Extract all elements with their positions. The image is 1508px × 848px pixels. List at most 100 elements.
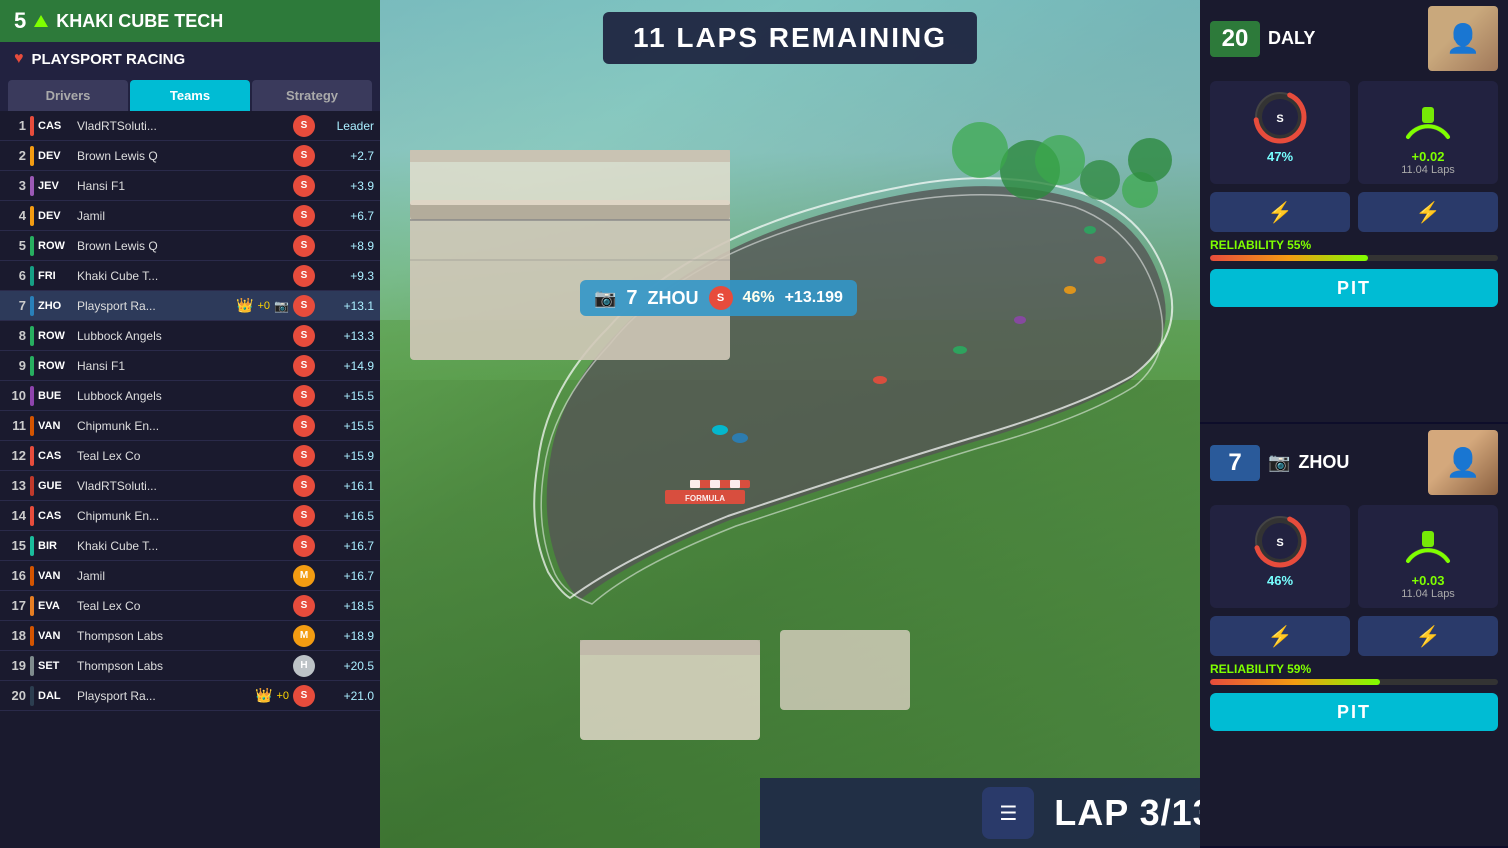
zhou-speed-button[interactable]: ⚡ [1210, 616, 1350, 656]
row-position: 12 [6, 448, 26, 463]
standing-row-1[interactable]: 1 CAS VladRTSoluti... S Leader [0, 111, 380, 141]
row-gap: +13.3 [319, 329, 374, 343]
right-panel: 20 DALY 👤 S 47% [1200, 0, 1508, 848]
svg-text:S: S [1276, 537, 1283, 549]
reliability-text: RELIABILITY [1210, 238, 1287, 252]
row-team-code: DAL [38, 690, 73, 702]
tab-drivers[interactable]: Drivers [8, 80, 128, 111]
team-color-bar [30, 116, 34, 136]
row-tyre-badge: S [293, 385, 315, 407]
zhou-reliability-label: RELIABILITY 59% [1210, 662, 1498, 676]
row-team-code: VAN [38, 420, 73, 432]
daly-speed-button[interactable]: ⚡ [1210, 192, 1350, 232]
bottom-bar: ☰ LAP 3/13 ⛑ 📹 [760, 778, 1200, 848]
row-driver-name: Khaki Cube T... [77, 269, 289, 283]
zhou-name: ZHOU [1298, 452, 1420, 473]
row-position: 19 [6, 658, 26, 673]
team-color-bar [30, 296, 34, 316]
row-tyre-badge: S [293, 115, 315, 137]
row-driver-name: Teal Lex Co [77, 599, 289, 613]
row-driver-name: VladRTSoluti... [77, 119, 289, 133]
left-panel: 5 KHAKI CUBE TECH ♥ PLAYSPORT RACING Dri… [0, 0, 380, 848]
standing-row-16[interactable]: 16 VAN Jamil M +16.7 [0, 561, 380, 591]
row-tyre-badge: S [293, 325, 315, 347]
standing-row-2[interactable]: 2 DEV Brown Lewis Q S +2.7 [0, 141, 380, 171]
tab-teams[interactable]: Teams [130, 80, 250, 111]
standing-row-11[interactable]: 11 VAN Chipmunk En... S +15.5 [0, 411, 380, 441]
team-color-bar [30, 626, 34, 646]
row-driver-name: Teal Lex Co [77, 449, 289, 463]
driver-card-daly: 20 DALY 👤 S 47% [1200, 0, 1508, 424]
row-gap: +16.5 [319, 509, 374, 523]
row-team-code: BUE [38, 390, 73, 402]
trend-up-icon [34, 15, 48, 27]
zhou-fuel-arc [1400, 513, 1456, 569]
row-gap: +16.7 [319, 569, 374, 583]
hud-driver-name: ZHOU [648, 288, 699, 309]
standings-list: 1 CAS VladRTSoluti... S Leader 2 DEV Bro… [0, 111, 380, 848]
row-driver-name: Hansi F1 [77, 359, 289, 373]
daly-boost-button[interactable]: ⚡ [1358, 192, 1498, 232]
row-tyre-badge: S [293, 415, 315, 437]
row-gap: +21.0 [319, 689, 374, 703]
standing-row-6[interactable]: 6 FRI Khaki Cube T... S +9.3 [0, 261, 380, 291]
team-color-bar [30, 476, 34, 496]
zhou-camera-icon: 📷 [1268, 452, 1290, 473]
row-gap: +6.7 [319, 209, 374, 223]
row-team-code: DEV [38, 150, 73, 162]
row-tyre-badge: S [293, 475, 315, 497]
row-tyre-badge: S [293, 595, 315, 617]
standing-row-13[interactable]: 13 GUE VladRTSoluti... S +16.1 [0, 471, 380, 501]
row-driver-name: Jamil [77, 569, 289, 583]
zhou-tyre-pct: 46% [1267, 573, 1293, 588]
row-position: 4 [6, 208, 26, 223]
zhou-reliability-fill [1210, 679, 1380, 685]
row-position: 2 [6, 148, 26, 163]
row-position: 20 [6, 688, 26, 703]
row-gap: +15.5 [319, 419, 374, 433]
standing-row-5[interactable]: 5 ROW Brown Lewis Q S +8.9 [0, 231, 380, 261]
row-gap: +16.1 [319, 479, 374, 493]
daly-reliability: RELIABILITY 55% [1200, 236, 1508, 265]
row-position: 13 [6, 478, 26, 493]
row-driver-name: Playsport Ra... [77, 689, 251, 703]
zhou-pit-button[interactable]: PIT [1210, 693, 1498, 731]
standing-row-7[interactable]: 7 ZHO Playsport Ra... 👑 +0 📷 S +13.1 [0, 291, 380, 321]
row-tyre-badge: S [293, 205, 315, 227]
standing-row-18[interactable]: 18 VAN Thompson Labs M +18.9 [0, 621, 380, 651]
daly-pit-button[interactable]: PIT [1210, 269, 1498, 307]
standing-row-12[interactable]: 12 CAS Teal Lex Co S +15.9 [0, 441, 380, 471]
standing-row-15[interactable]: 15 BIR Khaki Cube T... S +16.7 [0, 531, 380, 561]
standing-row-20[interactable]: 20 DAL Playsport Ra... 👑 +0 S +21.0 [0, 681, 380, 711]
standing-row-3[interactable]: 3 JEV Hansi F1 S +3.9 [0, 171, 380, 201]
zhou-stats: S 46% +0.03 11.04 Laps [1200, 501, 1508, 612]
row-tyre-badge: S [293, 505, 315, 527]
zhou-fuel-stat: +0.03 11.04 Laps [1358, 505, 1498, 608]
row-position: 11 [6, 418, 26, 433]
standing-row-8[interactable]: 8 ROW Lubbock Angels S +13.3 [0, 321, 380, 351]
row-position: 3 [6, 178, 26, 193]
tab-strategy[interactable]: Strategy [252, 80, 372, 111]
row-gap: +14.9 [319, 359, 374, 373]
team-color-bar [30, 506, 34, 526]
row-driver-name: VladRTSoluti... [77, 479, 289, 493]
standing-row-19[interactable]: 19 SET Thompson Labs H +20.5 [0, 651, 380, 681]
standing-row-4[interactable]: 4 DEV Jamil S +6.7 [0, 201, 380, 231]
svg-text:S: S [1276, 113, 1283, 125]
zhou-boost-button[interactable]: ⚡ [1358, 616, 1498, 656]
row-team-code: CAS [38, 450, 73, 462]
zhou-fuel-laps: 11.04 Laps [1401, 588, 1455, 600]
team-color-bar [30, 326, 34, 346]
heart-icon: ♥ [14, 50, 24, 68]
row-team-code: FRI [38, 270, 73, 282]
daly-tyre-stat: S 47% [1210, 81, 1350, 184]
daly-fuel-stat: +0.02 11.04 Laps [1358, 81, 1498, 184]
standing-row-10[interactable]: 10 BUE Lubbock Angels S +15.5 [0, 381, 380, 411]
standing-row-9[interactable]: 9 ROW Hansi F1 S +14.9 [0, 351, 380, 381]
row-tyre-badge: S [293, 235, 315, 257]
menu-button[interactable]: ☰ [982, 787, 1034, 839]
row-tyre-badge: S [293, 295, 315, 317]
standing-row-14[interactable]: 14 CAS Chipmunk En... S +16.5 [0, 501, 380, 531]
daly-name: DALY [1268, 28, 1420, 49]
standing-row-17[interactable]: 17 EVA Teal Lex Co S +18.5 [0, 591, 380, 621]
